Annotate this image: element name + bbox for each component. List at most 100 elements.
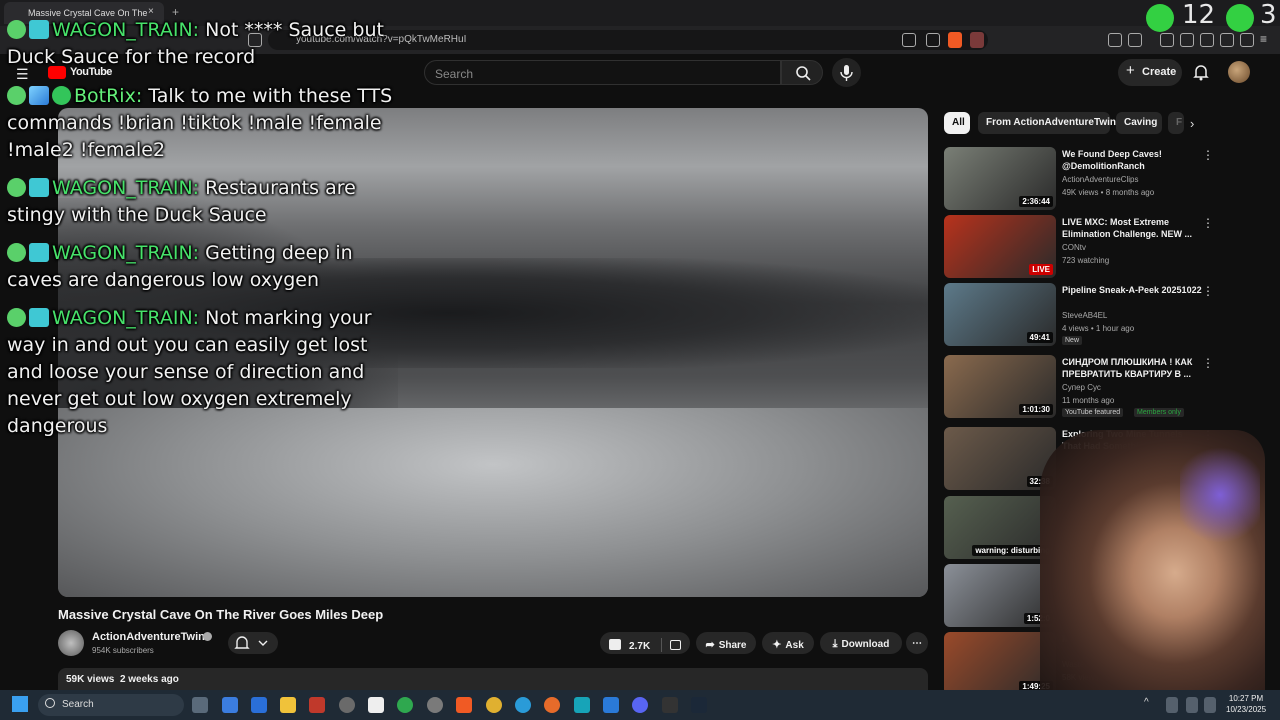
subscription-bell-button[interactable]: [228, 632, 278, 654]
chip-from-channel[interactable]: From ActionAdventureTwins: [978, 112, 1122, 134]
app-icon[interactable]: [251, 697, 267, 713]
search-icon: [796, 66, 811, 81]
tray-chevron-icon[interactable]: ^: [1144, 697, 1149, 708]
thumbs-down-icon[interactable]: [669, 640, 681, 650]
chip-overflow[interactable]: F: [1168, 112, 1184, 134]
wallet-icon[interactable]: [1200, 33, 1214, 47]
tab-close-icon[interactable]: ×: [148, 6, 154, 17]
mic-tray-icon[interactable]: [1166, 697, 1178, 713]
app-icon[interactable]: [427, 697, 443, 713]
chrome-icon[interactable]: [486, 697, 502, 713]
voice-search-button[interactable]: [832, 58, 861, 87]
chip-caving[interactable]: Caving: [1116, 112, 1162, 134]
channel-avatar[interactable]: [58, 630, 84, 656]
recommended-meta: 723 watching: [1062, 256, 1110, 265]
search-button[interactable]: [781, 60, 823, 85]
ask-button[interactable]: ✦ Ask: [762, 632, 814, 654]
clock-time: 10:27 PM: [1228, 694, 1264, 703]
edge-icon[interactable]: [515, 697, 531, 713]
more-options-icon[interactable]: ⋮: [1202, 148, 1214, 162]
subscriber-badge-icon: [29, 243, 49, 262]
recommended-thumbnail[interactable]: 32:38: [944, 427, 1056, 490]
kick-badge-icon: [7, 243, 26, 262]
recommended-channel[interactable]: SteveAB4EL: [1062, 310, 1202, 322]
extensions-icon[interactable]: [1108, 33, 1122, 47]
share-page-icon[interactable]: [926, 33, 940, 47]
app-icon[interactable]: [339, 697, 355, 713]
screenshot-icon[interactable]: [1128, 33, 1142, 47]
file-explorer-icon[interactable]: [280, 697, 296, 713]
share-button[interactable]: ➦ Share: [696, 632, 756, 654]
video-duration: 49:41: [1026, 332, 1053, 343]
search-icon: [45, 698, 55, 708]
description-box[interactable]: 59K views 2 weeks ago: [58, 668, 928, 690]
recommended-channel[interactable]: ActionAdventureClips: [1062, 174, 1202, 186]
channel-name[interactable]: ActionAdventureTwins: [92, 631, 211, 643]
chevron-right-icon[interactable]: ›: [1190, 116, 1194, 131]
webcam-light: [1180, 440, 1260, 550]
brave-shield-icon[interactable]: [948, 32, 962, 48]
recommended-meta: 11 months ago: [1062, 396, 1115, 405]
more-options-icon[interactable]: ⋮: [1202, 284, 1214, 298]
shield-icon[interactable]: [1240, 33, 1254, 47]
taskbar-search[interactable]: Search: [38, 694, 184, 716]
chat-message: WAGON_TRAIN: Not **** Sauce but Duck Sau…: [7, 17, 397, 71]
recommended-thumbnail[interactable]: 1:01:30: [944, 355, 1056, 418]
volume-icon[interactable]: [1204, 697, 1216, 713]
cast-icon[interactable]: [902, 33, 916, 47]
netflix-icon[interactable]: [309, 697, 325, 713]
more-actions-button[interactable]: ⋯: [906, 632, 928, 654]
like-button[interactable]: 2.7K: [600, 632, 690, 654]
sidebar-icon[interactable]: [1180, 33, 1194, 47]
view-count: 59K views: [66, 674, 115, 685]
subscriber-badge-icon: [29, 308, 49, 327]
recommended-title[interactable]: We Found Deep Caves! @DemolitionRanch: [1062, 148, 1202, 172]
kick-badge-icon: [7, 178, 26, 197]
media-icon[interactable]: [1160, 33, 1174, 47]
video-duration: 2:36:44: [1019, 196, 1053, 207]
recommended-channel[interactable]: CONtv: [1062, 242, 1202, 254]
chat-username: WAGON_TRAIN:: [52, 242, 200, 264]
app-icon[interactable]: [222, 697, 238, 713]
brave-browser-icon[interactable]: [456, 697, 472, 713]
discord-icon[interactable]: [632, 697, 648, 713]
vscode-icon[interactable]: [603, 697, 619, 713]
taskbar-clock[interactable]: 10:27 PM 10/23/2025: [1226, 693, 1266, 715]
app-icon[interactable]: [662, 697, 678, 713]
recommended-meta: 49K views • 8 months ago: [1062, 188, 1155, 197]
recommended-channel[interactable]: Супер Сус: [1062, 382, 1202, 394]
vpn-icon[interactable]: [1220, 33, 1234, 47]
windows-start-icon[interactable]: [12, 696, 28, 712]
recommended-meta: 4 views • 1 hour ago: [1062, 324, 1135, 333]
app-icon[interactable]: [397, 697, 413, 713]
download-icon: ⤓: [832, 638, 838, 650]
menu-icon[interactable]: ≡: [1260, 32, 1267, 46]
steam-icon[interactable]: [691, 697, 707, 713]
notifications-button[interactable]: [1192, 63, 1210, 81]
recommended-thumbnail[interactable]: LIVE: [944, 215, 1056, 278]
firefox-icon[interactable]: [544, 697, 560, 713]
microphone-icon: [840, 65, 853, 81]
rewards-icon[interactable]: [970, 32, 984, 48]
sparkle-icon: ✦: [772, 639, 782, 651]
recommended-title[interactable]: СИНДРОМ ПЛЮШКИНА ! КАК ПРЕВРАТИТЬ КВАРТИ…: [1062, 356, 1202, 380]
verified-badge-icon: [52, 86, 71, 105]
download-button[interactable]: ⤓ Download: [820, 632, 902, 654]
account-avatar[interactable]: [1228, 61, 1250, 83]
taskview-icon[interactable]: [192, 697, 208, 713]
recommended-title[interactable]: Pipeline Sneak-A-Peek 20251022: [1062, 284, 1202, 296]
search-input[interactable]: Search: [424, 60, 781, 85]
app-icon[interactable]: [368, 697, 384, 713]
app-icon[interactable]: [574, 697, 590, 713]
more-options-icon[interactable]: ⋮: [1202, 216, 1214, 230]
recommended-thumbnail[interactable]: 2:36:44: [944, 147, 1056, 210]
verified-icon: [203, 632, 212, 641]
chat-username: WAGON_TRAIN:: [52, 177, 200, 199]
like-divider: [660, 638, 662, 652]
chip-all[interactable]: All: [944, 112, 970, 134]
recommended-thumbnail[interactable]: 49:41: [944, 283, 1056, 346]
recommended-title[interactable]: LIVE MXC: Most Extreme Elimination Chall…: [1062, 216, 1202, 240]
chat-message: WAGON_TRAIN: Restaurants are stingy with…: [7, 175, 397, 229]
more-options-icon[interactable]: ⋮: [1202, 356, 1214, 370]
network-icon[interactable]: [1186, 697, 1198, 713]
